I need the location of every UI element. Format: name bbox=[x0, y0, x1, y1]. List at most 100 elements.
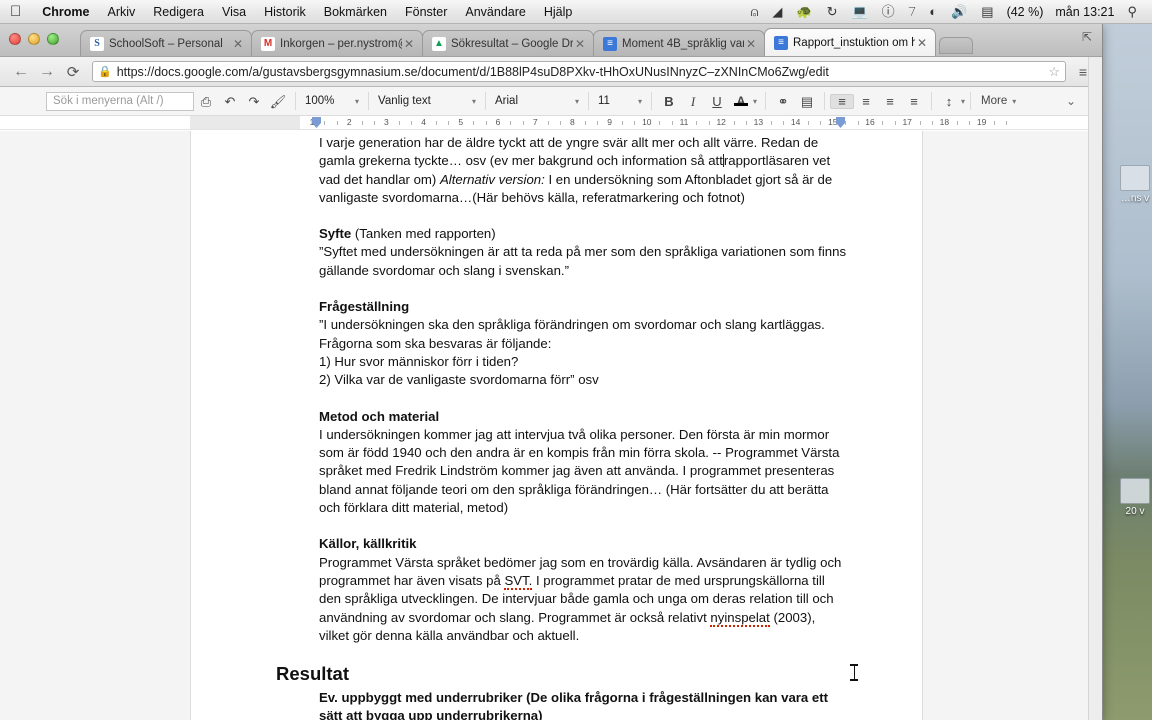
close-icon[interactable]: ✕ bbox=[744, 37, 758, 51]
align-right-button[interactable]: ≡ bbox=[878, 95, 902, 108]
document-paragraph[interactable]: Frågeställning bbox=[319, 298, 847, 316]
print-icon[interactable]: ⎙ bbox=[194, 95, 218, 108]
wifi-icon[interactable]: ◐ bbox=[922, 5, 944, 18]
chevron-down-icon[interactable]: ▾ bbox=[753, 97, 757, 106]
desktop-icon[interactable]: 20 v bbox=[1112, 478, 1152, 517]
evernote-icon[interactable]: 🐢 bbox=[789, 5, 819, 18]
display-icon[interactable]: 💻 bbox=[844, 5, 874, 18]
redo-icon[interactable]: ↷ bbox=[242, 95, 266, 108]
search-icon[interactable]: ⚲ bbox=[1120, 5, 1144, 18]
zoom-selector[interactable]: 100% ▾ bbox=[301, 91, 363, 111]
chevron-down-icon[interactable]: ▾ bbox=[1012, 97, 1016, 106]
close-icon[interactable]: ✕ bbox=[915, 36, 929, 50]
bold-button[interactable]: B bbox=[657, 95, 681, 108]
clock-icon[interactable]: ⓘ bbox=[875, 5, 902, 18]
menu-item-visa[interactable]: Visa bbox=[213, 5, 255, 19]
close-icon[interactable]: ✕ bbox=[402, 37, 416, 51]
document-paragraph[interactable]: 1) Hur svor människor förr i tiden? bbox=[319, 353, 847, 371]
line-spacing-icon[interactable]: ↕ bbox=[937, 95, 961, 108]
close-icon[interactable]: ✕ bbox=[573, 37, 587, 51]
schoolsoft-icon: S bbox=[90, 36, 104, 51]
tab-google-drive[interactable]: ▲ Sökresultat – Google Drive ✕ bbox=[422, 30, 594, 56]
font-size-selector[interactable]: 11 ▾ bbox=[594, 91, 646, 111]
document-paragraph[interactable]: Syfte (Tanken med rapporten) bbox=[319, 225, 847, 243]
insert-link-icon[interactable]: ⚭ bbox=[771, 95, 795, 108]
align-center-button[interactable]: ≡ bbox=[854, 95, 878, 108]
resultat-subtext[interactable]: Ev. uppbyggt med underrubriker (De olika… bbox=[319, 689, 847, 720]
address-bar[interactable]: 🔒 https://docs.google.com/a/gustavsbergs… bbox=[92, 61, 1066, 82]
close-window-button[interactable] bbox=[9, 33, 21, 45]
menu-item-fonster[interactable]: Fönster bbox=[396, 5, 456, 19]
dropbox-icon[interactable]: ◢ bbox=[765, 5, 789, 18]
paragraph-style-selector[interactable]: Vanlig text ▾ bbox=[374, 91, 480, 111]
volume-icon[interactable]: 🔊 bbox=[944, 5, 974, 18]
maximize-icon[interactable]: ⇱ bbox=[1082, 30, 1092, 44]
bookmark-star-icon[interactable]: ☆ bbox=[1042, 64, 1060, 80]
close-icon[interactable]: ✕ bbox=[231, 37, 245, 51]
menu-item-chrome[interactable]: Chrome bbox=[33, 5, 98, 19]
ruler-number: 17 bbox=[902, 117, 912, 127]
menu-item-historik[interactable]: Historik bbox=[255, 5, 315, 19]
back-arrow-icon[interactable]: ← bbox=[8, 63, 34, 80]
document-page[interactable]: I varje generation har de äldre tyckt at… bbox=[190, 131, 923, 720]
window-extra-controls: ⇱ bbox=[1082, 30, 1092, 44]
document-paragraph[interactable]: ”I undersökningen ska den språkliga förä… bbox=[319, 316, 847, 353]
align-left-button[interactable]: ≡ bbox=[830, 93, 855, 109]
tab-schoolsoft[interactable]: S SchoolSoft – Personal ✕ bbox=[80, 30, 252, 56]
toolbar-divider bbox=[295, 92, 296, 110]
menu-item-arkiv[interactable]: Arkiv bbox=[98, 5, 144, 19]
bold-run: Källor, källkritik bbox=[319, 536, 417, 552]
add-comment-icon[interactable]: ▤ bbox=[795, 95, 819, 108]
menu-item-anvandare[interactable]: Användare bbox=[456, 5, 534, 19]
ruler-tick bbox=[783, 121, 785, 125]
apple-icon[interactable]:  bbox=[0, 4, 33, 19]
document-body[interactable]: I varje generation har de äldre tyckt at… bbox=[276, 134, 847, 720]
bold-run: Frågeställning bbox=[319, 299, 410, 315]
menu-item-bokmarken[interactable]: Bokmärken bbox=[315, 5, 396, 19]
document-paragraph[interactable]: I undersökningen kommer jag att intervju… bbox=[319, 426, 847, 517]
font-family-selector[interactable]: Arial ▾ bbox=[491, 91, 583, 111]
align-justify-button[interactable]: ≡ bbox=[902, 95, 926, 108]
more-button[interactable]: More bbox=[976, 95, 1012, 107]
document-paragraph[interactable]: Programmet Värsta språket bedömer jag so… bbox=[319, 554, 847, 645]
tab-moment-4b[interactable]: ≡ Moment 4B_språklig varia ✕ bbox=[593, 30, 765, 56]
italic-button[interactable]: I bbox=[681, 95, 705, 108]
new-tab-button[interactable] bbox=[939, 37, 973, 54]
ruler-number: 12 bbox=[716, 117, 726, 127]
menubar-status-area: ⍝ ◢ 🐢 ↻ 💻 ⓘ ᜪ ◐ 🔊 ▤ (42 %) mån 13:21 ⚲ bbox=[744, 5, 1152, 19]
airplay-icon[interactable]: ⍝ bbox=[744, 5, 766, 18]
ruler-number: 7 bbox=[532, 117, 538, 127]
document-paragraph[interactable]: Källor, källkritik bbox=[319, 535, 847, 553]
desktop-icon[interactable]: …ns v bbox=[1112, 165, 1152, 204]
macos-menubar:  Chrome Arkiv Redigera Visa Historik Bo… bbox=[0, 0, 1152, 24]
reload-icon[interactable]: ⟳ bbox=[60, 63, 86, 81]
chevron-down-icon: ▾ bbox=[637, 96, 642, 106]
underline-button[interactable]: U bbox=[705, 95, 729, 108]
document-paragraph[interactable]: I varje generation har de äldre tyckt at… bbox=[319, 134, 847, 207]
ruler[interactable]: 2 1 12345678910111213141516171819 bbox=[0, 116, 1102, 130]
bluetooth-icon[interactable]: ᜪ bbox=[902, 5, 923, 18]
minimize-window-button[interactable] bbox=[28, 33, 40, 45]
chevron-down-icon[interactable]: ▾ bbox=[961, 97, 965, 106]
menubar-clock[interactable]: mån 13:21 bbox=[1049, 5, 1120, 19]
docs-icon: ≡ bbox=[774, 35, 788, 50]
address-bar-url: https://docs.google.com/a/gustavsbergsgy… bbox=[116, 64, 829, 79]
menu-item-hjalp[interactable]: Hjälp bbox=[535, 5, 582, 19]
ruler-tick bbox=[597, 121, 599, 125]
zoom-window-button[interactable] bbox=[47, 33, 59, 45]
sync-icon[interactable]: ↻ bbox=[820, 5, 845, 18]
document-paragraph[interactable]: 2) Vilka var de vanligaste svordomarna f… bbox=[319, 371, 847, 389]
document-paragraph[interactable]: Metod och material bbox=[319, 408, 847, 426]
forward-arrow-icon[interactable]: → bbox=[34, 63, 60, 80]
paint-format-icon[interactable]: 🖌 bbox=[266, 95, 290, 108]
undo-icon[interactable]: ↶ bbox=[218, 95, 242, 108]
heading-resultat[interactable]: Resultat bbox=[276, 663, 847, 685]
text-color-button[interactable]: A bbox=[729, 95, 753, 107]
tab-gmail[interactable]: M Inkorgen – per.nystrom@g ✕ bbox=[251, 30, 423, 56]
ruler-tick bbox=[956, 121, 958, 125]
tab-rapport-instruktion[interactable]: ≡ Rapport_instuktion om hu ✕ bbox=[764, 28, 936, 56]
battery-icon[interactable]: ▤ bbox=[974, 5, 1000, 18]
search-input[interactable]: Sök i menyerna (Alt /) bbox=[46, 91, 194, 111]
menu-item-redigera[interactable]: Redigera bbox=[144, 5, 213, 19]
document-paragraph[interactable]: ”Syftet med undersökningen är att ta red… bbox=[319, 243, 847, 280]
